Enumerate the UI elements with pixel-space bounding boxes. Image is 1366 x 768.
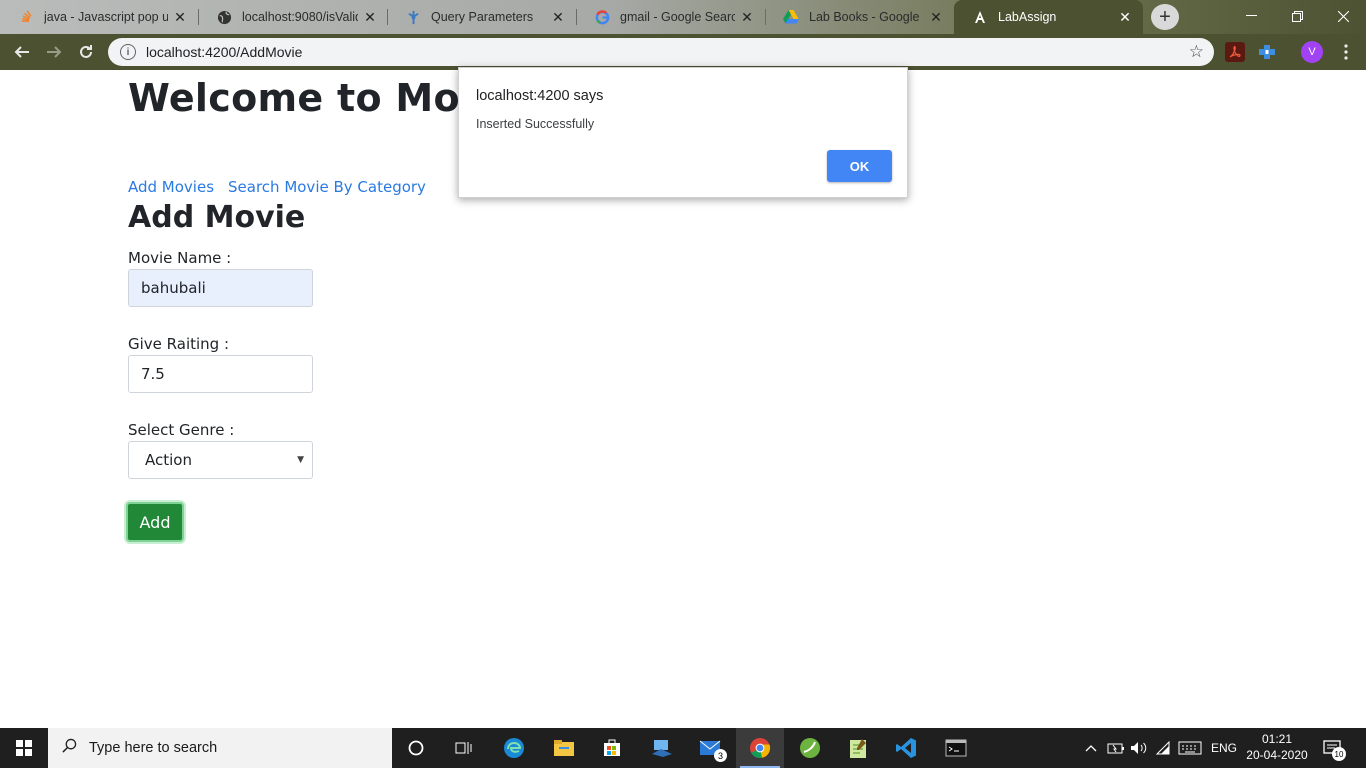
file-explorer-icon[interactable] bbox=[540, 728, 588, 768]
notification-count: 10 bbox=[1332, 747, 1346, 761]
tab-title: Lab Books - Google Dri bbox=[809, 10, 924, 24]
chrome-icon[interactable] bbox=[736, 728, 784, 768]
genre-select[interactable]: Action ▼ bbox=[128, 441, 313, 479]
site-info-icon[interactable]: i bbox=[120, 44, 136, 60]
google-icon bbox=[594, 9, 610, 25]
dialog-title: localhost:4200 says bbox=[476, 88, 604, 104]
browser-toolbar: i localhost:4200/AddMovie ☆ V bbox=[0, 34, 1366, 70]
browser-tab-strip: java - Javascript pop up ✕ localhost:908… bbox=[0, 0, 1366, 34]
close-icon[interactable]: ✕ bbox=[172, 9, 188, 26]
system-clock[interactable]: 01:21 20-04-2020 bbox=[1244, 731, 1310, 763]
rating-input[interactable]: 7.5 bbox=[128, 355, 313, 393]
start-button[interactable] bbox=[0, 728, 48, 768]
close-icon[interactable]: ✕ bbox=[739, 9, 755, 26]
alert-dialog: localhost:4200 says Inserted Successfull… bbox=[458, 67, 908, 198]
google-drive-icon bbox=[783, 9, 799, 25]
rating-label: Give Raiting : bbox=[128, 335, 230, 353]
close-icon[interactable]: ✕ bbox=[550, 9, 566, 26]
reload-icon[interactable] bbox=[74, 40, 98, 64]
windows-taskbar: Type here to search 3 ENG 01:21 20-04-20… bbox=[0, 728, 1366, 768]
tab-title: java - Javascript pop up bbox=[44, 10, 168, 24]
movie-name-value: bahubali bbox=[141, 279, 206, 297]
address-bar[interactable]: i localhost:4200/AddMovie ☆ bbox=[108, 38, 1214, 66]
restore-icon[interactable] bbox=[1274, 0, 1320, 32]
genre-label: Select Genre : bbox=[128, 421, 235, 439]
close-window-icon[interactable] bbox=[1320, 0, 1366, 32]
taskbar-search[interactable]: Type here to search bbox=[48, 728, 392, 768]
notepad-plus-icon[interactable] bbox=[834, 728, 882, 768]
notification-center-icon[interactable]: 10 bbox=[1318, 736, 1346, 761]
windows-logo-icon bbox=[16, 740, 32, 756]
back-arrow-icon[interactable] bbox=[10, 40, 34, 64]
search-by-category-link[interactable]: Search Movie By Category bbox=[228, 178, 426, 196]
edge-icon[interactable] bbox=[490, 728, 538, 768]
tab-labassign[interactable]: LabAssign ✕ bbox=[954, 2, 1143, 32]
new-tab-button[interactable]: + bbox=[1151, 4, 1179, 30]
search-placeholder: Type here to search bbox=[89, 740, 218, 756]
wifi-icon[interactable] bbox=[1152, 728, 1174, 768]
terminal-icon[interactable] bbox=[932, 728, 980, 768]
search-icon bbox=[62, 738, 77, 758]
routing-icon bbox=[405, 9, 421, 25]
mail-icon[interactable]: 3 bbox=[686, 728, 734, 768]
close-icon[interactable]: ✕ bbox=[362, 9, 378, 26]
tab-lab-books-drive[interactable]: Lab Books - Google Dri ✕ bbox=[765, 2, 954, 32]
ok-button[interactable]: OK bbox=[827, 150, 892, 182]
movie-name-label: Movie Name : bbox=[128, 249, 232, 267]
tab-title: Query Parameters bbox=[431, 10, 534, 24]
add-button[interactable]: Add bbox=[126, 502, 184, 542]
stackoverflow-icon bbox=[18, 9, 34, 25]
bookmark-star-icon[interactable]: ☆ bbox=[1189, 42, 1204, 62]
tab-localhost-9080[interactable]: localhost:9080/isValid?F ✕ bbox=[198, 2, 388, 32]
clock-date: 20-04-2020 bbox=[1246, 748, 1308, 762]
tab-query-parameters[interactable]: Query Parameters ✕ bbox=[387, 2, 576, 32]
tab-gmail-google-search[interactable]: gmail - Google Search ✕ bbox=[576, 2, 765, 32]
movie-name-input[interactable]: bahubali bbox=[128, 269, 313, 307]
rating-value: 7.5 bbox=[141, 365, 165, 383]
form-title: Add Movie bbox=[128, 200, 306, 235]
add-movies-link[interactable]: Add Movies bbox=[128, 178, 214, 196]
spring-tools-icon[interactable] bbox=[786, 728, 834, 768]
url-text: localhost:4200/AddMovie bbox=[146, 44, 303, 60]
clock-time: 01:21 bbox=[1261, 732, 1293, 746]
tab-title: LabAssign bbox=[998, 10, 1057, 24]
cortana-icon[interactable] bbox=[392, 728, 440, 768]
close-icon[interactable]: ✕ bbox=[928, 9, 944, 26]
store-icon[interactable] bbox=[588, 728, 636, 768]
close-icon[interactable]: ✕ bbox=[1117, 9, 1133, 26]
profile-avatar[interactable]: V bbox=[1301, 41, 1323, 63]
network-app-icon[interactable] bbox=[638, 728, 686, 768]
keyboard-icon[interactable] bbox=[1176, 728, 1204, 768]
mail-badge: 3 bbox=[714, 749, 727, 762]
vscode-icon[interactable] bbox=[882, 728, 930, 768]
tab-title: gmail - Google Search bbox=[620, 10, 735, 24]
angular-icon bbox=[972, 9, 988, 25]
nav-links: Add Movies Search Movie By Category bbox=[128, 178, 426, 196]
dialog-message: Inserted Successfully bbox=[476, 117, 595, 131]
globe-icon bbox=[216, 9, 232, 25]
tab-javascript-popup[interactable]: java - Javascript pop up ✕ bbox=[0, 2, 198, 32]
more-options-icon[interactable] bbox=[1338, 40, 1354, 64]
dropdown-arrow-icon: ▼ bbox=[297, 455, 304, 465]
genre-selected-value: Action bbox=[145, 451, 192, 469]
show-hidden-icons-chevron-icon[interactable] bbox=[1082, 728, 1100, 768]
forward-arrow-icon[interactable] bbox=[42, 40, 66, 64]
pdf-extension-icon[interactable] bbox=[1225, 42, 1245, 62]
task-view-icon[interactable] bbox=[440, 728, 488, 768]
language-indicator[interactable]: ENG bbox=[1208, 728, 1240, 768]
battery-icon[interactable] bbox=[1105, 728, 1127, 768]
extension-puzzle-icon[interactable] bbox=[1257, 42, 1277, 62]
volume-icon[interactable] bbox=[1128, 728, 1150, 768]
minimize-icon[interactable] bbox=[1228, 0, 1274, 32]
tab-title: localhost:9080/isValid?F bbox=[242, 10, 358, 24]
